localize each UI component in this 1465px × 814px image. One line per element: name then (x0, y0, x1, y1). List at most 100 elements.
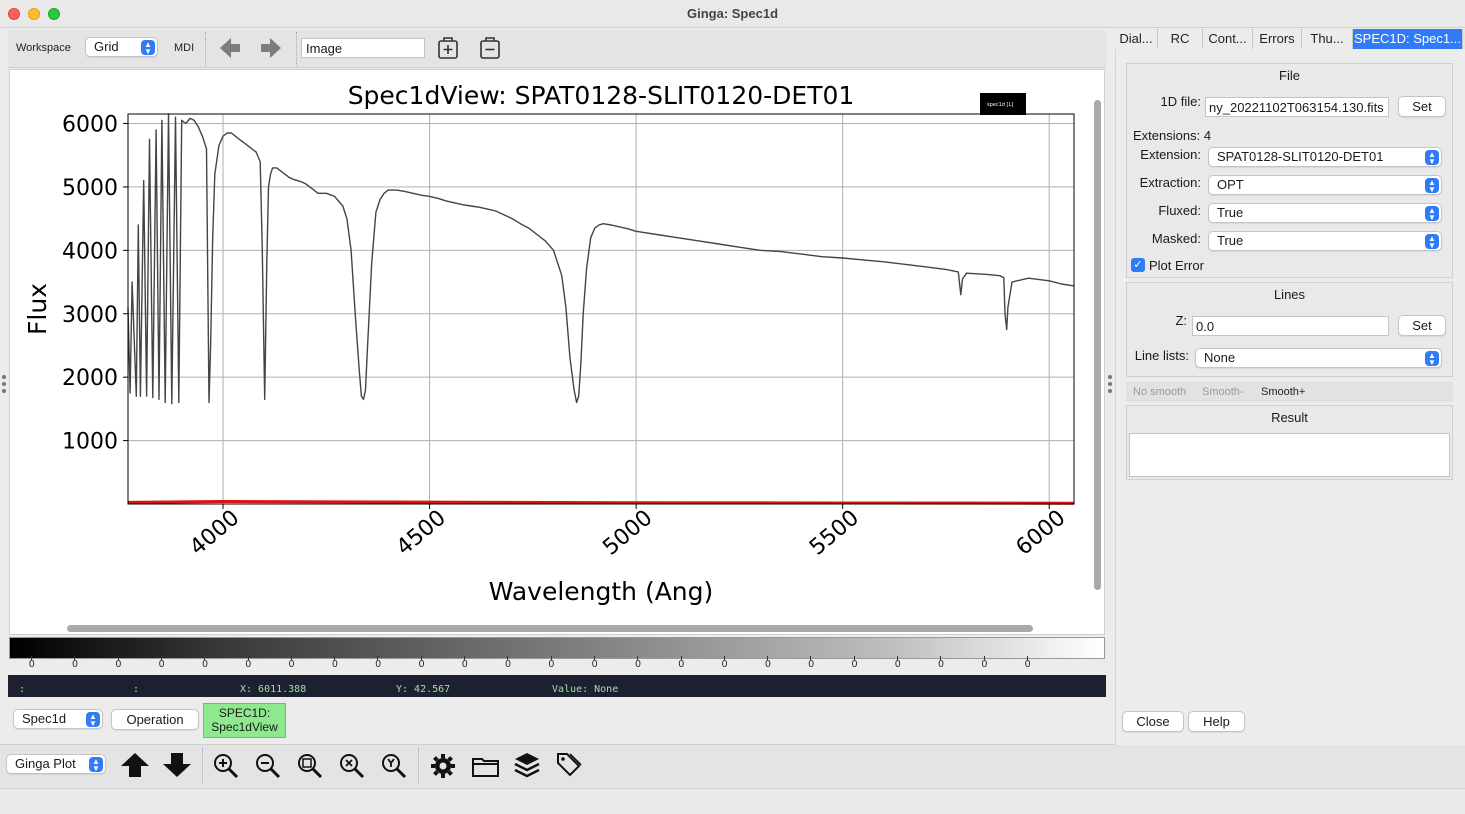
colorbar-ticks: 0 0 0 0 0 0 0 0 0 0 0 0 0 0 0 0 0 0 0 0 0 0 0 0 (9, 656, 1105, 673)
viewer-select[interactable]: Ginga Plot ▲ ▼ (6, 754, 106, 774)
colorbar-tick-label: 0 (418, 656, 425, 670)
extension-select[interactable]: SPAT0128-SLIT0120-DET01 ▲ ▼ (1208, 147, 1442, 167)
vertical-scrollbar[interactable] (1094, 100, 1101, 590)
active-plugin-line2: Spec1dView (211, 720, 278, 734)
tab-thumbs[interactable]: Thu... (1302, 29, 1353, 49)
plot-error-checkbox[interactable]: ✓ (1131, 258, 1145, 272)
x-axis-ticks: 4000 4500 5000 5500 6000 (185, 504, 1071, 561)
arrow-right-icon[interactable] (260, 37, 282, 59)
tab-spec1d[interactable]: SPEC1D: Spec1... (1353, 29, 1463, 49)
extensions-count: Extensions: 4 (1133, 128, 1212, 143)
readout-value: Value: None (552, 684, 619, 695)
zoom-in-icon[interactable] (212, 752, 240, 780)
chevron-updown-icon: ▲ ▼ (1425, 150, 1439, 166)
file-set-button[interactable]: Set (1398, 96, 1446, 117)
tab-dialogs[interactable]: Dial... (1115, 29, 1158, 49)
plot-error-label: Plot Error (1149, 258, 1204, 273)
file-label: 1D file: (1160, 94, 1201, 109)
line-lists-label: Line lists: (1134, 348, 1189, 363)
chart-legend: spec1d [L] (980, 93, 1026, 115)
colorbar-tick-label: 0 (202, 656, 208, 670)
smooth-minus-tab[interactable]: Smooth- (1202, 386, 1244, 398)
chevron-updown-icon: ▲ ▼ (86, 712, 100, 728)
viewer-select-value: Ginga Plot (15, 756, 76, 771)
file-path-input[interactable]: ny_20221102T063154.130.fits (1205, 97, 1389, 117)
zoom-x-icon[interactable] (338, 752, 366, 780)
extraction-select-value: OPT (1217, 177, 1244, 192)
flux-series-line (127, 113, 1075, 405)
y-axis-ticks: 1000 2000 3000 4000 5000 6000 (62, 113, 128, 455)
y-tick-label: 2000 (62, 366, 118, 391)
mdi-label: MDI (174, 42, 195, 54)
left-splitter-handle[interactable] (2, 375, 6, 396)
chevron-updown-icon: ▲ ▼ (141, 40, 155, 56)
spectrum-chart[interactable]: 4000 4500 5000 5500 6000 1000 2000 3000 4000 500… (10, 70, 1094, 620)
lines-group-title: Lines (1273, 287, 1306, 302)
remove-channel-icon[interactable] (479, 36, 501, 60)
y-tick-label: 5000 (62, 176, 118, 201)
horizontal-scrollbar[interactable] (67, 625, 1033, 632)
x-tick-label: 5000 (598, 505, 657, 560)
smooth-plus-tab[interactable]: Smooth+ (1261, 386, 1305, 398)
z-label: Z: (1175, 313, 1187, 328)
x-axis-label: Wavelength (Ang) (489, 577, 714, 606)
zoom-out-icon[interactable] (254, 752, 282, 780)
masked-select[interactable]: True ▲ ▼ (1208, 231, 1442, 251)
tab-errors[interactable]: Errors (1253, 29, 1302, 49)
add-channel-icon[interactable] (437, 36, 459, 60)
result-textbox[interactable] (1129, 433, 1450, 477)
no-smooth-tab[interactable]: No smooth (1133, 386, 1186, 398)
zoom-fit-icon[interactable] (296, 752, 324, 780)
help-button[interactable]: Help (1188, 711, 1245, 732)
readout-col2: : (133, 684, 140, 695)
arrow-up-icon[interactable] (120, 751, 150, 779)
folder-icon[interactable] (471, 752, 501, 780)
x-tick-label: 6000 (1012, 505, 1071, 560)
colorbar-tick-label: 0 (505, 656, 511, 670)
fluxed-select[interactable]: True ▲ ▼ (1208, 203, 1442, 223)
colorbar-tick-label: 0 (29, 656, 35, 670)
center-splitter-handle[interactable] (1108, 375, 1112, 396)
channel-name-input[interactable]: Image (301, 38, 425, 58)
colorbar-tick-label: 0 (808, 656, 814, 670)
cursor-readout: : : X: 6011.388 Y: 42.567 Value: None (8, 675, 1106, 697)
chevron-updown-icon: ▲ ▼ (1425, 206, 1439, 222)
zoom-y-icon[interactable] (380, 752, 408, 780)
colorbar-tick-label: 0 (851, 656, 858, 670)
right-tab-bar: Dial... RC Cont... Errors Thu... SPEC1D:… (1115, 29, 1465, 49)
y-tick-label: 6000 (62, 113, 118, 138)
chevron-updown-icon: ▲ ▼ (1425, 351, 1439, 367)
colorbar-tick-label: 0 (72, 656, 78, 670)
fluxed-select-value: True (1217, 205, 1244, 220)
tab-contents[interactable]: Cont... (1203, 29, 1253, 49)
toolbar-separator (418, 748, 419, 784)
plugin-select[interactable]: Spec1d ▲ ▼ (13, 709, 103, 729)
active-plugin-tab[interactable]: SPEC1D: Spec1dView (203, 703, 286, 738)
y-tick-label: 4000 (62, 239, 118, 264)
extraction-select[interactable]: OPT ▲ ▼ (1208, 175, 1442, 195)
tab-rc[interactable]: RC (1158, 29, 1203, 49)
chevron-updown-icon: ▲ ▼ (89, 757, 103, 773)
workspace-select[interactable]: Grid ▲ ▼ (85, 37, 158, 57)
layers-icon[interactable] (513, 751, 541, 779)
redshift-input[interactable]: 0.0 (1192, 316, 1389, 336)
line-lists-select-value: None (1204, 350, 1236, 365)
colorbar-tick-label: 0 (765, 656, 771, 670)
colorbar-tick-label: 0 (591, 656, 598, 670)
chart-series (127, 113, 1075, 505)
tags-icon[interactable] (555, 751, 583, 779)
z-set-button[interactable]: Set (1398, 315, 1446, 336)
gear-icon[interactable] (429, 752, 457, 780)
toolbar-separator (296, 32, 297, 66)
colorbar-tick-label: 0 (938, 656, 944, 670)
result-title: Result (1271, 410, 1308, 425)
x-tick-label: 4500 (392, 505, 451, 560)
masked-label: Masked: (1151, 231, 1201, 246)
masked-select-value: True (1217, 233, 1244, 248)
arrow-left-icon[interactable] (219, 37, 241, 59)
operation-button[interactable]: Operation (111, 709, 199, 730)
line-lists-select[interactable]: None ▲ ▼ (1195, 348, 1442, 368)
colorbar-tick-label: 0 (635, 656, 641, 670)
arrow-down-icon[interactable] (162, 751, 192, 779)
close-button[interactable]: Close (1122, 711, 1184, 732)
